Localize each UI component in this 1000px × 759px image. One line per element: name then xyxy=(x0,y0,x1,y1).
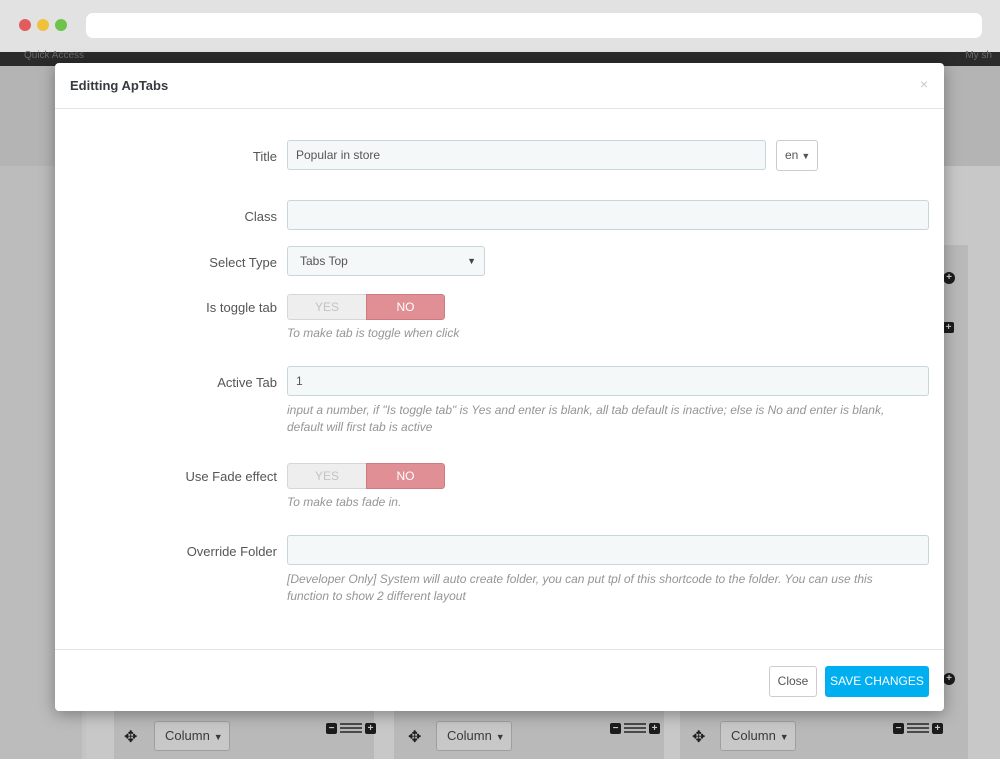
caret-down-icon: ▼ xyxy=(467,256,476,266)
language-value: en xyxy=(785,148,799,162)
override-folder-label: Override Folder xyxy=(186,544,277,559)
select-type-value: Tabs Top xyxy=(300,254,348,268)
edit-aptabs-modal: Editting ApTabs × Title Popular in store… xyxy=(55,63,944,711)
add-icon[interactable]: + xyxy=(649,723,660,734)
column-actions: − + xyxy=(610,723,660,735)
select-type-label: Select Type xyxy=(209,255,277,270)
modal-title: Editting ApTabs xyxy=(70,78,169,93)
column-label: Column xyxy=(731,728,776,743)
remove-icon[interactable]: − xyxy=(893,723,904,734)
column-actions: − + xyxy=(893,723,943,735)
class-label: Class xyxy=(244,209,277,224)
toggle-tab-yes[interactable]: YES xyxy=(287,294,366,320)
toggle-tab-help: To make tab is toggle when click xyxy=(287,326,460,340)
caret-down-icon: ▼ xyxy=(779,732,789,742)
remove-icon[interactable]: − xyxy=(326,723,337,734)
column-dropdown-button[interactable]: Column ▼ xyxy=(154,721,230,751)
remove-icon[interactable]: − xyxy=(610,723,621,734)
caret-down-icon: ▼ xyxy=(801,151,811,161)
active-tab-label: Active Tab xyxy=(217,375,277,390)
fade-effect-no[interactable]: NO xyxy=(366,463,445,489)
class-input[interactable] xyxy=(287,200,929,230)
move-icon[interactable]: ✥ xyxy=(124,727,137,747)
window-close-dot[interactable] xyxy=(19,19,31,31)
fade-effect-label: Use Fade effect xyxy=(185,469,277,484)
active-tab-help: input a number, if "Is toggle tab" is Ye… xyxy=(287,403,885,434)
column-dropdown-button[interactable]: Column ▼ xyxy=(720,721,796,751)
toggle-tab-switch: YES NO xyxy=(287,294,445,320)
caret-down-icon: ▼ xyxy=(495,732,505,742)
list-icon[interactable] xyxy=(340,723,362,734)
window-maximize-dot[interactable] xyxy=(55,19,67,31)
fade-effect-yes[interactable]: YES xyxy=(287,463,366,489)
toggle-tab-label: Is toggle tab xyxy=(206,300,277,315)
add-icon[interactable]: + xyxy=(932,723,943,734)
column-actions: − + xyxy=(326,723,376,735)
shop-link[interactable]: My sh xyxy=(965,51,992,61)
title-input[interactable]: Popular in store xyxy=(287,140,766,170)
modal-footer: Close SAVE CHANGES xyxy=(55,649,944,711)
column-label: Column xyxy=(447,728,492,743)
override-folder-help: [Developer Only] System will auto create… xyxy=(287,572,873,603)
toggle-tab-no[interactable]: NO xyxy=(366,294,445,320)
override-folder-input[interactable] xyxy=(287,535,929,565)
active-tab-input[interactable]: 1 xyxy=(287,366,929,396)
select-type-dropdown[interactable]: Tabs Top ▼ xyxy=(287,246,485,276)
quick-access-link[interactable]: Quick Access xyxy=(24,51,84,61)
window-minimize-dot[interactable] xyxy=(37,19,49,31)
column-label: Column xyxy=(165,728,210,743)
close-icon[interactable]: × xyxy=(920,76,928,92)
title-label: Title xyxy=(252,149,277,164)
fade-effect-help: To make tabs fade in. xyxy=(287,495,402,509)
language-dropdown[interactable]: en ▼ xyxy=(776,140,818,171)
close-button[interactable]: Close xyxy=(769,666,817,697)
add-circle-icon[interactable]: + xyxy=(943,272,955,284)
browser-chrome xyxy=(0,0,1000,52)
add-icon[interactable]: + xyxy=(365,723,376,734)
address-bar[interactable] xyxy=(86,13,982,38)
list-icon[interactable] xyxy=(624,723,646,734)
add-circle-icon[interactable]: + xyxy=(943,673,955,685)
column-dropdown-button[interactable]: Column ▼ xyxy=(436,721,512,751)
modal-header: Editting ApTabs × xyxy=(55,63,944,109)
list-icon[interactable] xyxy=(907,723,929,734)
move-icon[interactable]: ✥ xyxy=(692,727,705,747)
save-changes-button[interactable]: SAVE CHANGES xyxy=(825,666,929,697)
fade-effect-switch: YES NO xyxy=(287,463,445,489)
caret-down-icon: ▼ xyxy=(213,732,223,742)
add-square-icon[interactable]: + xyxy=(943,322,954,333)
move-icon[interactable]: ✥ xyxy=(408,727,421,747)
